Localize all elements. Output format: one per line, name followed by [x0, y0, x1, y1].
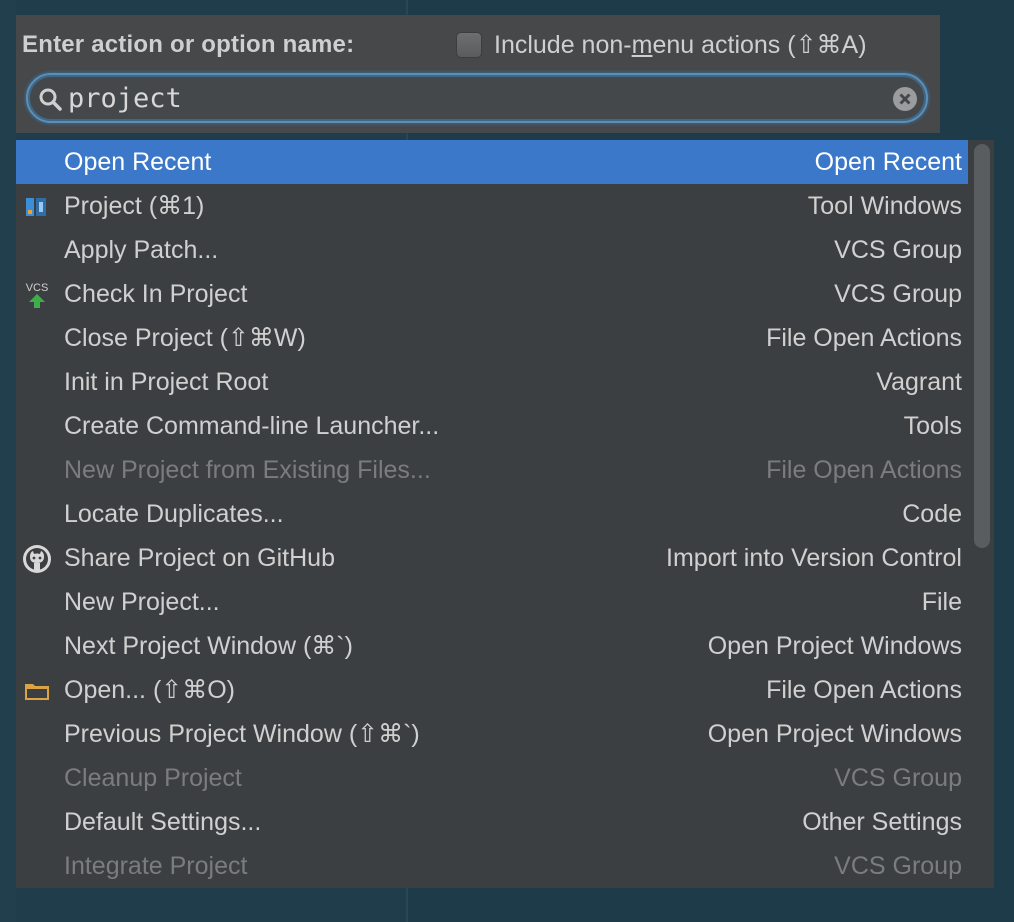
clear-search-icon[interactable]: [892, 86, 918, 112]
action-group: VCS Group: [834, 235, 962, 264]
action-name: Next Project Window (⌘`): [64, 632, 353, 660]
scrollbar-thumb[interactable]: [974, 144, 990, 548]
result-row-open-recent[interactable]: Open Recent Open Recent: [16, 140, 968, 184]
action-name: New Project from Existing Files...: [64, 455, 431, 484]
include-non-menu-label[interactable]: Include non-menu actions (⇧⌘A): [494, 30, 867, 60]
action-group: File Open Actions: [766, 323, 962, 352]
action-group: Vagrant: [876, 367, 962, 396]
vcs-icon-label: VCS: [26, 282, 49, 294]
result-row-new-project-from-existing-files[interactable]: New Project from Existing Files... File …: [16, 448, 968, 492]
action-group: Open Project Windows: [707, 719, 962, 748]
result-row-previous-project-window[interactable]: Previous Project Window (⇧⌘`) Open Proje…: [16, 712, 968, 756]
action-group: Code: [902, 499, 962, 528]
result-row-close-project[interactable]: Close Project (⇧⌘W) File Open Actions: [16, 316, 968, 360]
find-action-header: Enter action or option name: Include non…: [16, 15, 940, 133]
action-name: Init in Project Root: [64, 367, 269, 396]
github-icon: [23, 545, 51, 573]
result-row-apply-patch[interactable]: Apply Patch... VCS Group: [16, 228, 968, 272]
folder-icon: [25, 684, 49, 700]
action-group: Other Settings: [802, 807, 962, 836]
search-icon: [39, 88, 62, 111]
result-row-share-project-on-github[interactable]: Share Project on GitHub Import into Vers…: [16, 536, 968, 580]
action-name: Locate Duplicates...: [64, 499, 284, 528]
action-group: Open Project Windows: [707, 631, 962, 660]
background-left: [0, 0, 16, 922]
include-non-menu-checkbox[interactable]: [456, 32, 482, 58]
action-name: Create Command-line Launcher...: [64, 411, 440, 440]
result-row-init-in-project-root[interactable]: Init in Project Root Vagrant: [16, 360, 968, 404]
action-name: New Project...: [64, 587, 220, 616]
action-name: Open... (⇧⌘O): [64, 676, 235, 704]
action-name: Check In Project: [64, 279, 248, 308]
result-row-next-project-window[interactable]: Next Project Window (⌘`) Open Project Wi…: [16, 624, 968, 668]
result-row-cleanup-project[interactable]: Cleanup Project VCS Group: [16, 756, 968, 800]
action-group: Open Recent: [814, 147, 962, 176]
action-name: Open Recent: [64, 147, 212, 176]
action-name: Project (⌘1): [64, 192, 205, 220]
action-group: VCS Group: [834, 851, 962, 880]
action-group: Tools: [903, 411, 962, 440]
action-group: File Open Actions: [766, 455, 962, 484]
action-name: Previous Project Window (⇧⌘`): [64, 720, 420, 748]
vcs-commit-icon: VCS: [26, 282, 49, 308]
label-suffix: enu actions (⇧⌘A): [652, 31, 867, 59]
action-group: VCS Group: [834, 763, 962, 792]
action-name: Integrate Project: [64, 851, 248, 880]
search-input[interactable]: [68, 79, 888, 117]
result-row-open[interactable]: Open... (⇧⌘O) File Open Actions: [16, 668, 968, 712]
action-name: Apply Patch...: [64, 235, 219, 264]
result-row-new-project[interactable]: New Project... File: [16, 580, 968, 624]
action-group: File Open Actions: [766, 675, 962, 704]
label-prefix: Include non-: [494, 31, 632, 59]
result-row-project[interactable]: Project (⌘1) Tool Windows: [16, 184, 968, 228]
include-non-menu-actions-option[interactable]: Include non-menu actions (⇧⌘A): [456, 29, 867, 61]
action-group: Tool Windows: [807, 191, 962, 220]
action-name: Cleanup Project: [64, 763, 242, 792]
project-tool-window-icon: [26, 198, 46, 216]
label-mnemonic: m: [631, 31, 653, 59]
prompt-label: Enter action or option name:: [22, 31, 355, 58]
result-row-default-settings[interactable]: Default Settings... Other Settings: [16, 800, 968, 844]
action-group: File: [921, 587, 962, 616]
result-row-create-command-line-launcher[interactable]: Create Command-line Launcher... Tools: [16, 404, 968, 448]
search-field[interactable]: [26, 73, 928, 123]
action-name: Close Project (⇧⌘W): [64, 324, 306, 352]
action-name: Default Settings...: [64, 807, 262, 836]
action-name: Share Project on GitHub: [64, 543, 335, 572]
result-row-locate-duplicates[interactable]: Locate Duplicates... Code: [16, 492, 968, 536]
result-row-integrate-project[interactable]: Integrate Project VCS Group: [16, 844, 968, 888]
action-results-list: Open Recent Open Recent Project (⌘1) Too…: [16, 140, 994, 888]
result-row-check-in-project[interactable]: VCS Check In Project VCS Group: [16, 272, 968, 316]
action-group: Import into Version Control: [666, 543, 962, 572]
action-group: VCS Group: [834, 279, 962, 308]
